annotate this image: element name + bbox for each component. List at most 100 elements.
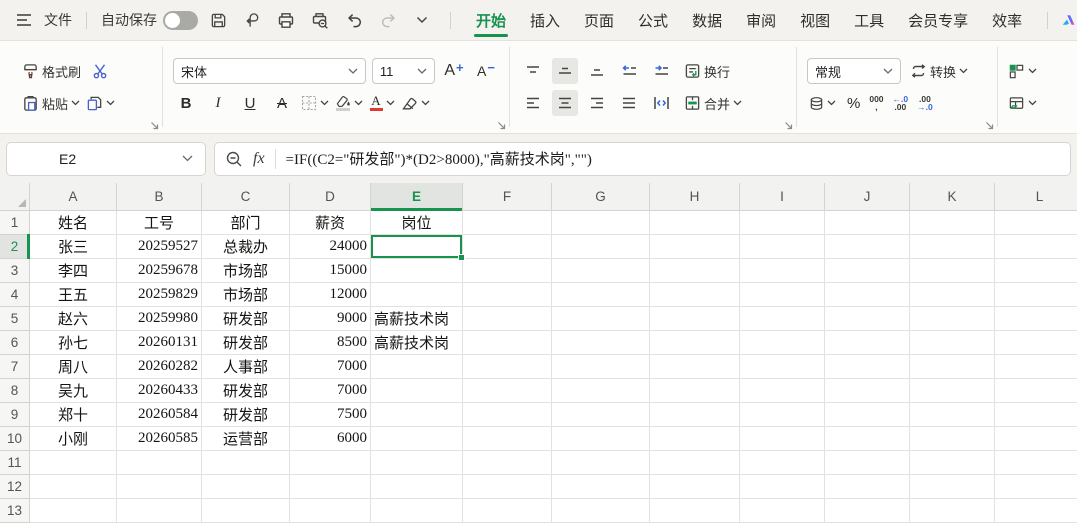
increase-indent-button[interactable] xyxy=(648,58,674,84)
cell-H13[interactable] xyxy=(650,499,740,523)
cell-J10[interactable] xyxy=(825,427,910,451)
insert-function-icon[interactable]: fx xyxy=(253,150,265,168)
column-header-A[interactable]: A xyxy=(30,183,117,211)
row-header-5[interactable]: 5 xyxy=(0,307,30,331)
cell-L5[interactable] xyxy=(995,307,1077,331)
undo-icon[interactable] xyxy=(340,7,368,33)
cell-B11[interactable] xyxy=(117,451,202,475)
cell-I13[interactable] xyxy=(740,499,825,523)
cell-K1[interactable] xyxy=(910,211,995,235)
cell-K13[interactable] xyxy=(910,499,995,523)
cell-A5[interactable]: 赵六 xyxy=(30,307,117,331)
copy-button[interactable] xyxy=(86,90,115,116)
cell-E9[interactable] xyxy=(371,403,463,427)
fill-handle[interactable] xyxy=(458,254,465,261)
cell-B5[interactable]: 20259980 xyxy=(117,307,202,331)
cell-E5[interactable]: 高薪技术岗 xyxy=(371,307,463,331)
font-color-button[interactable]: A xyxy=(369,90,395,116)
cell-L10[interactable] xyxy=(995,427,1077,451)
cell-I3[interactable] xyxy=(740,259,825,283)
tab-视图[interactable]: 视图 xyxy=(789,0,841,40)
cell-J5[interactable] xyxy=(825,307,910,331)
cell-J11[interactable] xyxy=(825,451,910,475)
cell-A7[interactable]: 周八 xyxy=(30,355,117,379)
cell-J2[interactable] xyxy=(825,235,910,259)
cell-B6[interactable]: 20260131 xyxy=(117,331,202,355)
cell-H10[interactable] xyxy=(650,427,740,451)
tab-公式[interactable]: 公式 xyxy=(627,0,679,40)
cell-F6[interactable] xyxy=(463,331,552,355)
cell-A10[interactable]: 小刚 xyxy=(30,427,117,451)
cell-I9[interactable] xyxy=(740,403,825,427)
cell-L11[interactable] xyxy=(995,451,1077,475)
print-preview-icon[interactable] xyxy=(306,7,334,33)
tab-审阅[interactable]: 审阅 xyxy=(735,0,787,40)
cell-D11[interactable] xyxy=(290,451,371,475)
column-header-J[interactable]: J xyxy=(825,183,910,211)
percent-format-button[interactable]: % xyxy=(847,90,860,116)
cell-B4[interactable]: 20259829 xyxy=(117,283,202,307)
convert-button[interactable]: 转换 xyxy=(907,58,971,84)
cell-E8[interactable] xyxy=(371,379,463,403)
row-header-9[interactable]: 9 xyxy=(0,403,30,427)
cell-E6[interactable]: 高薪技术岗 xyxy=(371,331,463,355)
cell-F5[interactable] xyxy=(463,307,552,331)
cell-K4[interactable] xyxy=(910,283,995,307)
column-header-L[interactable]: L xyxy=(995,183,1077,211)
wrap-text-button[interactable]: 换行 xyxy=(680,58,734,84)
row-header-4[interactable]: 4 xyxy=(0,283,30,307)
thousands-separator-button[interactable]: 000, xyxy=(869,90,883,116)
cell-F9[interactable] xyxy=(463,403,552,427)
cell-H2[interactable] xyxy=(650,235,740,259)
cell-B10[interactable]: 20260585 xyxy=(117,427,202,451)
cell-K10[interactable] xyxy=(910,427,995,451)
cell-A2[interactable]: 张三 xyxy=(30,235,117,259)
paste-button[interactable]: 粘贴 xyxy=(22,90,80,116)
cell-C11[interactable] xyxy=(202,451,290,475)
cell-C3[interactable]: 市场部 xyxy=(202,259,290,283)
cell-B3[interactable]: 20259678 xyxy=(117,259,202,283)
cell-C9[interactable]: 研发部 xyxy=(202,403,290,427)
wps-ai-button[interactable]: WPS AI xyxy=(1062,3,1077,37)
justify-button[interactable] xyxy=(616,90,642,116)
cell-K8[interactable] xyxy=(910,379,995,403)
strikethrough-button[interactable]: A xyxy=(269,90,295,116)
cell-G6[interactable] xyxy=(552,331,650,355)
cell-L7[interactable] xyxy=(995,355,1077,379)
cell-D13[interactable] xyxy=(290,499,371,523)
cell-J8[interactable] xyxy=(825,379,910,403)
cell-C1[interactable]: 部门 xyxy=(202,211,290,235)
align-right-button[interactable] xyxy=(584,90,610,116)
cell-L4[interactable] xyxy=(995,283,1077,307)
main-menu-icon[interactable] xyxy=(10,7,38,33)
cell-G11[interactable] xyxy=(552,451,650,475)
underline-button[interactable]: U xyxy=(237,90,263,116)
row-header-2[interactable]: 2 xyxy=(0,235,30,259)
merge-cells-button[interactable]: 合并 xyxy=(680,90,746,116)
cell-C4[interactable]: 市场部 xyxy=(202,283,290,307)
group-expand-icon[interactable] xyxy=(497,121,506,130)
cell-H8[interactable] xyxy=(650,379,740,403)
cell-F3[interactable] xyxy=(463,259,552,283)
cell-G9[interactable] xyxy=(552,403,650,427)
row-header-7[interactable]: 7 xyxy=(0,355,30,379)
cell-F8[interactable] xyxy=(463,379,552,403)
column-header-B[interactable]: B xyxy=(117,183,202,211)
cell-I7[interactable] xyxy=(740,355,825,379)
cell-L9[interactable] xyxy=(995,403,1077,427)
cell-D7[interactable]: 7000 xyxy=(290,355,371,379)
cell-J6[interactable] xyxy=(825,331,910,355)
column-header-E[interactable]: E xyxy=(371,183,463,211)
cell-B1[interactable]: 工号 xyxy=(117,211,202,235)
cell-I4[interactable] xyxy=(740,283,825,307)
cell-J7[interactable] xyxy=(825,355,910,379)
cell-J13[interactable] xyxy=(825,499,910,523)
redo-icon[interactable] xyxy=(374,7,402,33)
cell-A13[interactable] xyxy=(30,499,117,523)
cell-D6[interactable]: 8500 xyxy=(290,331,371,355)
cell-E2[interactable] xyxy=(371,235,463,259)
column-header-I[interactable]: I xyxy=(740,183,825,211)
cell-F11[interactable] xyxy=(463,451,552,475)
font-size-select[interactable]: 11 xyxy=(372,58,435,84)
column-header-F[interactable]: F xyxy=(463,183,552,211)
